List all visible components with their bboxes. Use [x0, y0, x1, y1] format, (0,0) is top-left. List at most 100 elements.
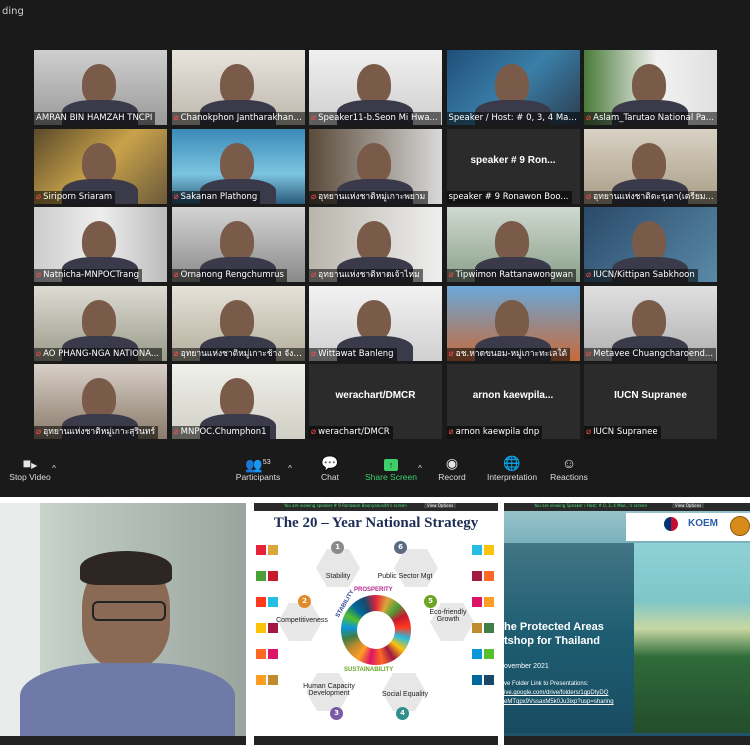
participant-name: ⌀ อุทยานแห่งชาติหมู่เกาะสุรินทร์	[34, 426, 159, 439]
mini-toolbar	[0, 736, 246, 745]
participant-face	[494, 64, 529, 104]
participants-options-chevron[interactable]: ^	[284, 460, 296, 478]
participant-tile[interactable]: IUCN Supranee ⌀ IUCN Supranee	[584, 364, 717, 439]
slide-title: The 20 – Year National Strategy	[273, 515, 479, 531]
participant-name: ⌀ MNPOC.Chumphon1	[171, 426, 270, 439]
participant-tile[interactable]: ⌀ อุทยานแห่งชาติตะรุเตา(เตรียม...	[584, 128, 717, 204]
muted-mic-icon: ⌀	[36, 348, 42, 359]
participant-tile[interactable]: ⌀ Chanokphon Jantharakhant...	[171, 50, 305, 125]
view-options-button[interactable]: View Options	[672, 503, 705, 508]
participant-tile[interactable]: ⌀ MNPOC.Chumphon1	[171, 364, 305, 439]
participant-center-name: arnon kaewpila...	[472, 390, 554, 401]
workshop-title-line1: he Protected Areas	[504, 621, 604, 633]
muted-mic-icon: ⌀	[586, 427, 592, 437]
share-options-chevron[interactable]: ^	[414, 460, 426, 478]
share-screen-button[interactable]: ↑ Share Screen	[362, 454, 420, 482]
prosperity-arc-word: PROSPERITY	[354, 587, 393, 593]
participant-name: ⌀ Aslam_Tarutao National Pa...	[584, 112, 717, 125]
speaker-shirt	[20, 663, 235, 745]
muted-mic-icon: ⌀	[311, 113, 317, 123]
participant-tile[interactable]: ⌀ อช.หาดขนอม-หมู่เกาะทะเลใต้	[446, 285, 580, 361]
participant-face	[632, 221, 666, 261]
reactions-button[interactable]: ☺ Reactions	[548, 454, 590, 482]
sdg-icon	[484, 623, 494, 633]
muted-mic-icon: ⌀	[586, 113, 592, 123]
participant-name: ⌀ อุทยานแห่งชาติตะรุเตา(เตรียม...	[584, 190, 717, 204]
participant-face	[82, 299, 116, 340]
sdg-icon	[472, 675, 482, 685]
sdg-icon	[484, 675, 494, 685]
participant-face	[219, 142, 254, 183]
sdg-icon	[484, 649, 494, 659]
participant-name: Speaker / Host: # 0, 3, 4 Mae...	[446, 112, 580, 125]
sdg-icon	[256, 623, 266, 633]
record-icon: ◉	[445, 455, 459, 471]
interpretation-button[interactable]: 🌐 Interpretation	[484, 454, 540, 482]
participant-name: ⌀ อช.หาดขนอม-หมู่เกาะทะเลใต้	[446, 347, 571, 361]
chevron-up-icon: ^	[288, 464, 292, 473]
sdg-icon	[268, 545, 278, 555]
participant-face	[82, 142, 116, 183]
participant-grid: AMRAN BIN HAMZAH TNCPI ⌀ Chanokphon Jantha…	[34, 50, 717, 440]
participant-face	[632, 142, 666, 183]
participant-tile[interactable]: arnon kaewpila... ⌀ arnon kaewpila dnp	[446, 364, 580, 439]
chevron-up-icon: ^	[52, 464, 56, 473]
participant-tile[interactable]: ⌀ Siriporn Sriaram	[34, 128, 167, 204]
participant-tile[interactable]: Speaker / Host: # 0, 3, 4 Mae...	[446, 50, 580, 125]
video-camera-icon: ■▶	[22, 455, 38, 471]
strategy-slide-screenshot: You are viewing speaker # 9 Ronawon Boon…	[254, 503, 498, 745]
participant-face	[82, 64, 116, 104]
participant-tile[interactable]: ⌀ อุทยานแห่งชาติหมู่เกาะสุรินทร์	[34, 364, 167, 439]
seal-icon	[730, 516, 750, 536]
item-label-human-capacity: Human Capacity Development	[303, 683, 355, 697]
participant-face	[82, 221, 116, 261]
participants-button[interactable]: 👥53 Participants	[234, 454, 282, 482]
participant-tile[interactable]: ⌀ อุทยานแห่งชาติหาดเจ้าไหม	[309, 207, 442, 282]
korea-emblem-icon	[664, 517, 678, 531]
chat-button[interactable]: 💬 Chat	[312, 454, 348, 482]
logo-bar: KOEM	[626, 513, 750, 541]
participant-tile[interactable]: ⌀ Metavee Chuangcharoend...	[584, 285, 717, 361]
muted-mic-icon: ⌀	[173, 348, 179, 359]
participant-tile[interactable]: ⌀ Sakanan Plathong	[171, 128, 305, 204]
speaker-video-screenshot	[0, 503, 246, 745]
workshop-title-line2: tshop for Thailand	[504, 635, 600, 647]
drive-link-label: ve Folder Link to Presentations:	[504, 681, 589, 687]
participant-face	[357, 142, 391, 183]
item-number: 3	[330, 707, 343, 720]
participant-tile[interactable]: speaker # 9 Ron... speaker # 9 Ronawon Bo…	[446, 128, 580, 204]
participant-tile[interactable]: werachart/DMCR ⌀ werachart/DMCR	[309, 364, 442, 439]
participant-tile[interactable]: ⌀ Speaker11-b.Seon Mi Hwa...	[309, 50, 442, 125]
participant-tile[interactable]: ⌀ Ornanong Rengchumrus	[171, 207, 305, 282]
zoom-title-bar: ding	[0, 0, 750, 30]
participant-name: ⌀ Speaker11-b.Seon Mi Hwa...	[309, 112, 441, 125]
sdg-icon	[268, 597, 278, 607]
participant-face	[494, 221, 529, 261]
sdg-icon	[472, 545, 482, 555]
sdg-icon	[256, 571, 266, 581]
participant-face	[494, 299, 529, 340]
drive-link-cont[interactable]: eMTqpx9VssaxM5k0Ju3ixp?usp=sharing	[504, 699, 614, 705]
participant-name: ⌀ Wittawat Banleng	[309, 347, 397, 361]
participant-name: speaker # 9 Ronawon Boo...	[446, 190, 572, 204]
participant-name: ⌀ Chanokphon Jantharakhant...	[171, 112, 305, 125]
participant-tile[interactable]: ⌀ Natnicha-MNPOCTrang	[34, 207, 167, 282]
view-options-button[interactable]: View Options	[424, 503, 457, 508]
participant-face	[357, 299, 391, 340]
participant-tile[interactable]: ⌀ IUCN/Kittipan Sabkhoon	[584, 207, 717, 282]
participant-tile[interactable]: ⌀ Tipwimon Rattanawongwan	[446, 207, 580, 282]
record-button[interactable]: ◉ Record	[432, 454, 472, 482]
participant-name: ⌀ werachart/DMCR	[309, 426, 393, 439]
participant-tile[interactable]: ⌀ Wittawat Banleng	[309, 285, 442, 361]
participant-tile[interactable]: ⌀ AO PHANG-NGA NATIONA...	[34, 285, 167, 361]
participant-tile[interactable]: AMRAN BIN HAMZAH TNCPI	[34, 50, 167, 125]
mini-toolbar	[254, 736, 498, 745]
video-options-chevron[interactable]: ^	[48, 460, 60, 478]
stop-video-button[interactable]: ■▶ Stop Video	[6, 454, 54, 482]
drive-link[interactable]: ive.google.com/drive/folders/1gpDtyDQ	[504, 690, 608, 696]
koem-logo: KOEM	[688, 518, 718, 529]
glasses	[92, 601, 166, 621]
participant-tile[interactable]: ⌀ Aslam_Tarutao National Pa...	[584, 50, 717, 125]
participant-tile[interactable]: ⌀ อุทยานแห่งชาติหมู่เกาะช้าง จังห...	[171, 285, 305, 361]
participant-tile[interactable]: ⌀ อุทยานแห่งชาติหมู่เกาะพยาม	[309, 128, 442, 204]
